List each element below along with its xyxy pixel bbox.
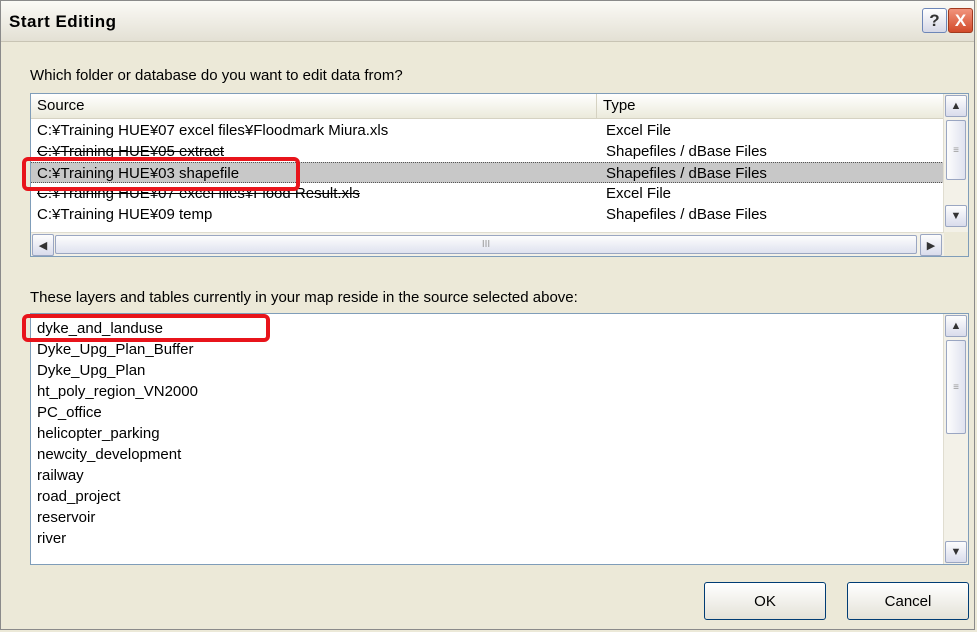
list-item[interactable]: reservoir bbox=[37, 507, 95, 528]
scroll-up-arrow-icon[interactable]: ▲ bbox=[945, 95, 967, 117]
source-vertical-scrollbar[interactable]: ▲ ≡ ▼ bbox=[943, 94, 968, 232]
title-bar[interactable]: Start Editing ? X bbox=[1, 1, 974, 42]
source-list-header: Source Type bbox=[31, 94, 944, 119]
close-button[interactable]: X bbox=[948, 8, 973, 33]
list-item[interactable]: ht_poly_region_VN2000 bbox=[37, 381, 198, 402]
source-path: C:¥Training HUE¥07 excel files¥Floodmark… bbox=[37, 122, 389, 139]
source-type: Shapefiles / dBase Files bbox=[606, 206, 767, 223]
scroll-down-arrow-icon[interactable]: ▼ bbox=[945, 205, 967, 227]
scrollbar-corner bbox=[944, 232, 968, 256]
scroll-up-arrow-icon[interactable]: ▲ bbox=[945, 315, 967, 337]
list-item[interactable]: Dyke_Upg_Plan bbox=[37, 360, 145, 381]
highlight-box-source bbox=[22, 157, 300, 191]
horizontal-scroll-thumb[interactable]: III bbox=[55, 235, 917, 254]
scroll-thumb[interactable]: ≡ bbox=[946, 340, 966, 434]
list-item[interactable]: Dyke_Upg_Plan_Buffer bbox=[37, 339, 194, 360]
source-horizontal-scrollbar[interactable]: ◀ III ▶ bbox=[31, 232, 944, 256]
layers-vertical-scrollbar[interactable]: ▲ ≡ ▼ bbox=[943, 314, 968, 564]
dialog-title: Start Editing bbox=[9, 12, 117, 31]
scroll-down-arrow-icon[interactable]: ▼ bbox=[945, 541, 967, 563]
scroll-left-arrow-icon[interactable]: ◀ bbox=[32, 234, 54, 256]
layers-prompt: These layers and tables currently in you… bbox=[30, 289, 578, 306]
scroll-thumb[interactable]: ≡ bbox=[946, 120, 966, 180]
source-row[interactable]: C:¥Training HUE¥09 temp Shapefiles / dBa… bbox=[31, 204, 944, 225]
source-type: Shapefiles / dBase Files bbox=[606, 165, 767, 182]
list-item[interactable]: road_project bbox=[37, 486, 120, 507]
list-item[interactable]: river bbox=[37, 528, 66, 549]
source-type: Excel File bbox=[606, 185, 672, 202]
source-path: C:¥Training HUE¥09 temp bbox=[37, 206, 213, 223]
column-header-source[interactable]: Source bbox=[31, 94, 597, 118]
list-item[interactable]: railway bbox=[37, 465, 84, 486]
highlight-box-layer bbox=[22, 314, 270, 342]
source-prompt: Which folder or database do you want to … bbox=[30, 67, 403, 84]
ok-button[interactable]: OK bbox=[704, 582, 826, 620]
source-row[interactable]: C:¥Training HUE¥07 excel files¥Floodmark… bbox=[31, 120, 944, 141]
column-header-type[interactable]: Type bbox=[597, 94, 944, 118]
help-button[interactable]: ? bbox=[922, 8, 947, 33]
list-item[interactable]: PC_office bbox=[37, 402, 102, 423]
source-type: Shapefiles / dBase Files bbox=[606, 143, 767, 160]
cancel-button[interactable]: Cancel bbox=[847, 582, 969, 620]
list-item[interactable]: newcity_development bbox=[37, 444, 181, 465]
start-editing-dialog: Start Editing ? X Which folder or databa… bbox=[0, 0, 975, 630]
list-item[interactable]: helicopter_parking bbox=[37, 423, 160, 444]
layers-list[interactable]: dyke_and_landuse Dyke_Upg_Plan_Buffer Dy… bbox=[30, 313, 969, 565]
source-type: Excel File bbox=[606, 122, 672, 139]
scroll-right-arrow-icon[interactable]: ▶ bbox=[920, 234, 942, 256]
